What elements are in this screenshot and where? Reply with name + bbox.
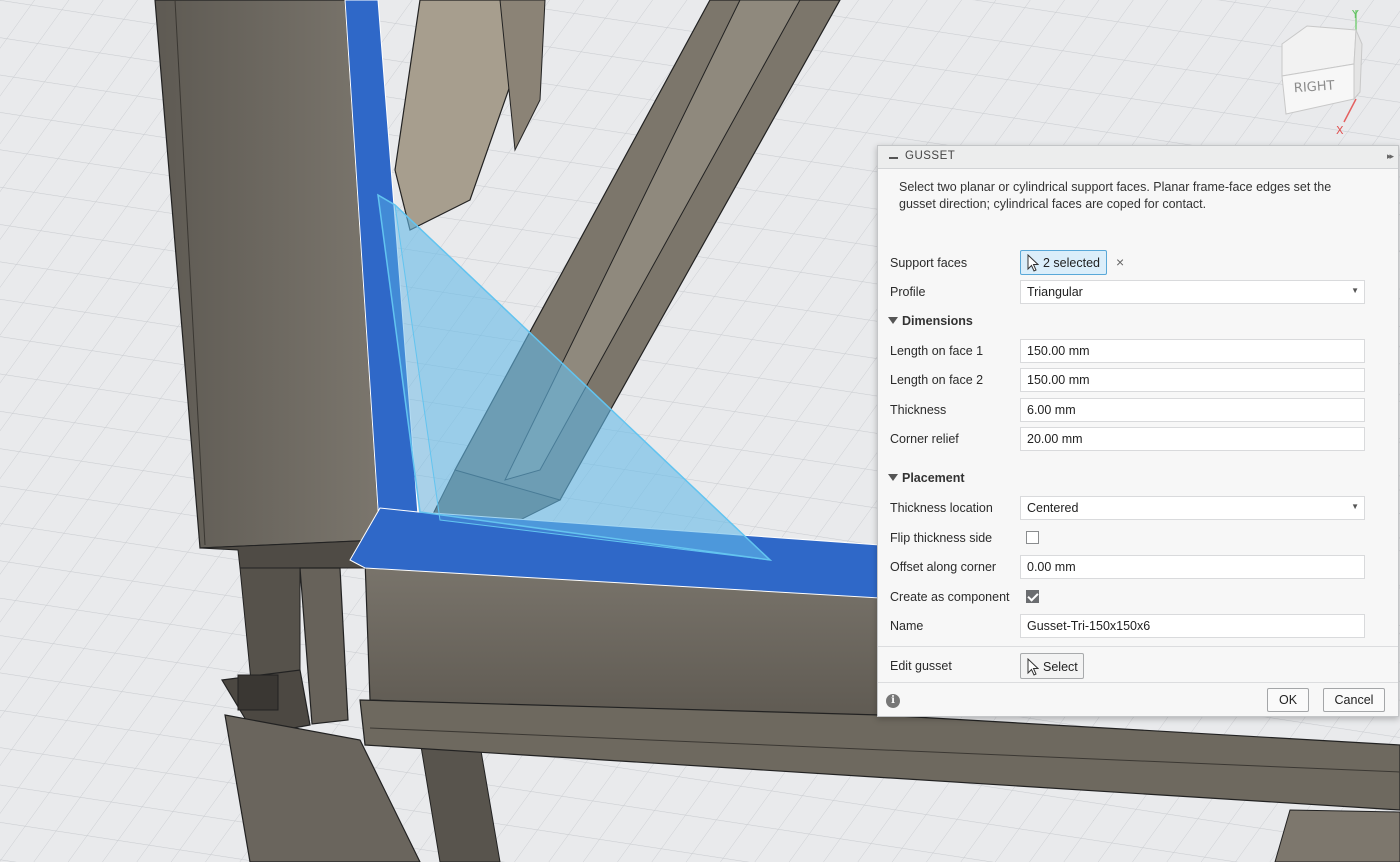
chevron-down-icon: ▼ <box>1351 502 1359 511</box>
expand-icon[interactable]: ▸▸ <box>1387 151 1394 162</box>
chevron-down-icon: ▼ <box>1351 286 1359 295</box>
length-face1-row: Length on face 1 150.00 mm <box>878 337 1398 365</box>
divider <box>878 646 1398 647</box>
ok-button[interactable]: OK <box>1267 688 1309 712</box>
support-faces-selector[interactable]: 2 selected <box>1020 250 1107 275</box>
corner-relief-input[interactable]: 20.00 mm <box>1020 427 1365 451</box>
clear-selection-icon[interactable]: × <box>1116 254 1124 270</box>
info-icon[interactable]: i <box>886 694 900 708</box>
thickness-location-value: Centered <box>1027 501 1079 515</box>
section-expand-icon <box>888 317 898 324</box>
cancel-button[interactable]: Cancel <box>1323 688 1385 712</box>
offset-corner-input[interactable]: 0.00 mm <box>1020 555 1365 579</box>
placement-title: Placement <box>902 471 965 485</box>
profile-dropdown[interactable]: Triangular ▼ <box>1020 280 1365 304</box>
thickness-location-row: Thickness location Centered ▼ <box>878 494 1398 522</box>
gusset-dialog: GUSSET ▸▸ Select two planar or cylindric… <box>877 145 1399 717</box>
support-faces-row: Support faces 2 selected × <box>878 249 1398 277</box>
corner-relief-label: Corner relief <box>890 432 959 446</box>
support-faces-value: 2 selected <box>1043 256 1100 270</box>
dimensions-title: Dimensions <box>902 314 973 328</box>
profile-label: Profile <box>890 285 926 299</box>
thickness-row: Thickness 6.00 mm <box>878 396 1398 424</box>
dialog-description: Select two planar or cylindrical support… <box>899 180 1332 211</box>
cursor-arrow-icon <box>1027 658 1039 676</box>
length-face1-input[interactable]: 150.00 mm <box>1020 339 1365 363</box>
corner-relief-row: Corner relief 20.00 mm <box>878 425 1398 453</box>
offset-corner-row: Offset along corner 0.00 mm <box>878 553 1398 581</box>
collapse-icon[interactable] <box>889 157 898 159</box>
divider <box>878 682 1398 683</box>
create-component-label: Create as component <box>890 590 1010 604</box>
create-component-row: Create as component <box>878 583 1398 611</box>
name-label: Name <box>890 619 924 633</box>
section-expand-icon <box>888 474 898 481</box>
axis-y-label: Y <box>1351 8 1359 21</box>
flip-thickness-label: Flip thickness side <box>890 531 993 545</box>
dialog-header: GUSSET ▸▸ <box>878 146 1398 169</box>
length-face2-row: Length on face 2 150.00 mm <box>878 366 1398 394</box>
flip-thickness-row: Flip thickness side <box>878 524 1398 552</box>
edit-gusset-label: Edit gusset <box>890 659 952 673</box>
length-face1-label: Length on face 1 <box>890 344 984 358</box>
edit-gusset-select-button[interactable]: Select <box>1020 653 1084 679</box>
thickness-location-label: Thickness location <box>890 501 993 515</box>
view-cube[interactable]: RIGHT Y X <box>1272 4 1368 136</box>
axis-x-label: X <box>1336 124 1344 136</box>
thickness-label: Thickness <box>890 403 947 417</box>
create-component-checkbox[interactable] <box>1026 590 1039 603</box>
cursor-arrow-icon <box>1027 254 1039 272</box>
view-cube-face-label: RIGHT <box>1293 78 1335 96</box>
length-face2-label: Length on face 2 <box>890 373 984 387</box>
support-faces-label: Support faces <box>890 256 968 270</box>
edit-gusset-row: Edit gusset Select <box>878 652 1398 680</box>
offset-corner-label: Offset along corner <box>890 560 997 574</box>
dimensions-section-header[interactable]: Dimensions <box>878 310 1398 334</box>
profile-value: Triangular <box>1027 285 1083 299</box>
placement-section-header[interactable]: Placement <box>878 467 1398 491</box>
length-face2-input[interactable]: 150.00 mm <box>1020 368 1365 392</box>
name-input[interactable]: Gusset-Tri-150x150x6 <box>1020 614 1365 638</box>
thickness-location-dropdown[interactable]: Centered ▼ <box>1020 496 1365 520</box>
flip-thickness-checkbox[interactable] <box>1026 531 1039 544</box>
edit-gusset-select-label: Select <box>1043 660 1078 674</box>
name-row: Name Gusset-Tri-150x150x6 <box>878 612 1398 640</box>
dialog-title: GUSSET <box>905 150 956 162</box>
profile-row: Profile Triangular ▼ <box>878 278 1398 306</box>
thickness-input[interactable]: 6.00 mm <box>1020 398 1365 422</box>
